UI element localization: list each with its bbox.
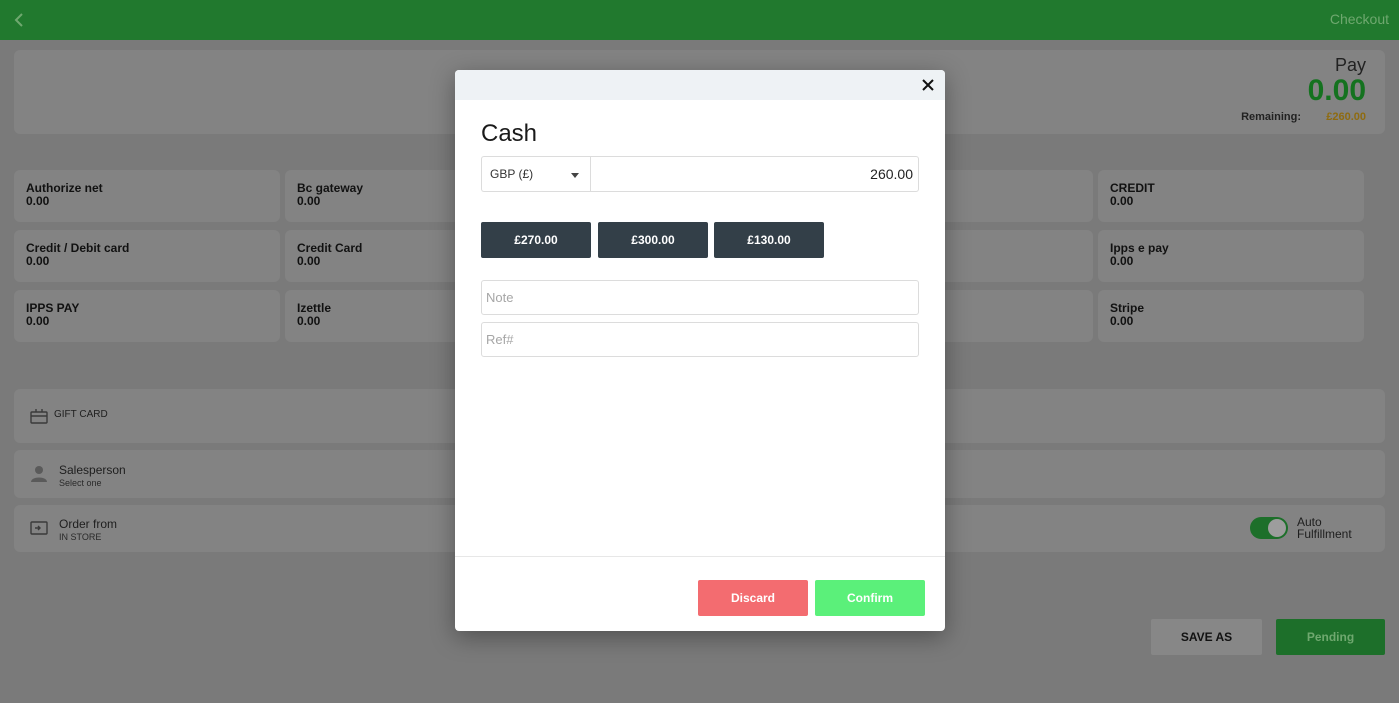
payment-method-tile[interactable]: Stripe 0.00 [1098, 290, 1364, 342]
confirm-button[interactable]: Confirm [815, 580, 925, 616]
quick-amount-button[interactable]: £130.00 [714, 222, 824, 258]
payment-method-tile[interactable]: Credit / Debit card 0.00 [14, 230, 280, 282]
save-as-button[interactable]: SAVE AS [1151, 619, 1262, 655]
payment-method-tile[interactable]: CREDIT 0.00 [1098, 170, 1364, 222]
gift-card-label: GIFT CARD [54, 409, 108, 420]
modal-title: Cash [481, 120, 538, 147]
modal-divider [455, 556, 945, 557]
ref-input[interactable] [481, 322, 919, 357]
method-value: 0.00 [26, 314, 50, 328]
amount-input[interactable] [590, 156, 919, 192]
method-value: 0.00 [26, 254, 50, 268]
store-icon [30, 521, 48, 535]
method-name: IPPS PAY [26, 301, 80, 315]
quick-amount-button[interactable]: £300.00 [598, 222, 708, 258]
chevron-left-icon [14, 13, 23, 27]
order-from-label: Order from [59, 517, 118, 531]
method-value: 0.00 [1110, 194, 1134, 208]
back-button[interactable] [8, 9, 30, 31]
discard-button[interactable]: Discard [698, 580, 808, 616]
auto-fulfillment-label: Auto Fulfillment [1297, 516, 1352, 540]
caret-down-icon [571, 173, 579, 178]
method-value: 0.00 [1110, 314, 1134, 328]
remaining-value: £260.00 [1326, 111, 1366, 123]
method-name: Authorize net [26, 181, 103, 195]
payment-method-tile[interactable]: Ipps e pay 0.00 [1098, 230, 1364, 282]
gift-card-icon [30, 409, 48, 424]
page-title: Checkout [1329, 11, 1389, 27]
method-name: Credit / Debit card [26, 241, 130, 255]
toggle-knob [1268, 519, 1286, 537]
cash-payment-modal: Cash GBP (£) £270.00 £300.00 £130.00 Dis… [455, 70, 945, 631]
order-from-sub: IN STORE [59, 532, 102, 542]
currency-select[interactable]: GBP (£) [481, 156, 591, 192]
close-button[interactable] [919, 76, 937, 94]
pay-amount: 0.00 [1307, 74, 1366, 107]
method-name: Ipps e pay [1110, 241, 1169, 255]
auto-label-line2: Fulfillment [1297, 527, 1352, 541]
modal-header [455, 70, 945, 100]
top-bar: Checkout [0, 0, 1399, 40]
salesperson-label: Salesperson [59, 463, 126, 477]
method-value: 0.00 [26, 194, 50, 208]
method-value: 0.00 [1110, 254, 1134, 268]
auto-fulfillment-toggle[interactable] [1250, 517, 1288, 539]
pay-label: Pay [1334, 55, 1366, 75]
person-icon [31, 466, 47, 482]
payment-method-tile[interactable]: IPPS PAY 0.00 [14, 290, 280, 342]
remaining-label: Remaining: [1241, 111, 1301, 123]
method-name: Stripe [1110, 301, 1145, 315]
salesperson-sub: Select one [59, 478, 102, 488]
method-name: CREDIT [1110, 181, 1155, 195]
note-input[interactable] [481, 280, 919, 315]
close-icon [922, 79, 934, 91]
quick-amount-button[interactable]: £270.00 [481, 222, 591, 258]
payment-method-tile[interactable]: Authorize net 0.00 [14, 170, 280, 222]
pending-button[interactable]: Pending [1276, 619, 1385, 655]
currency-value: GBP (£) [490, 167, 534, 181]
